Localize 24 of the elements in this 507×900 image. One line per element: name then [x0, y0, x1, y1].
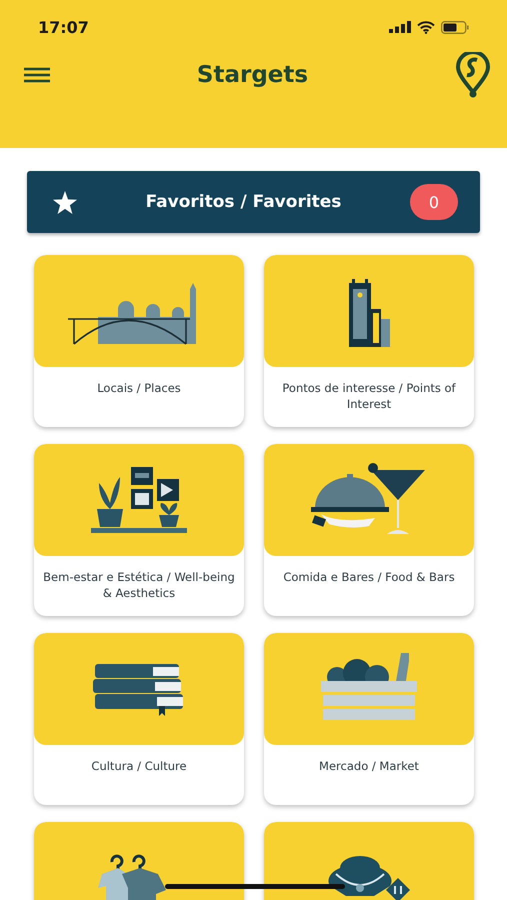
battery-icon — [441, 20, 469, 34]
app-title: Stargets — [196, 62, 308, 88]
category-label: Comida e Bares / Food & Bars — [282, 570, 456, 586]
favorites-bar[interactable]: Favoritos / Favorites 0 — [27, 171, 480, 233]
category-card[interactable]: Bem-estar e Estética / Well-being & Aesthetics — [34, 444, 244, 616]
category-card[interactable]: Comida e Bares / Food & Bars — [264, 444, 474, 616]
category-card[interactable]: Pontos de interesse / Points of Interest — [264, 255, 474, 427]
favorites-count-badge: 0 — [410, 184, 458, 220]
category-card[interactable]: Mercado / Market — [264, 633, 474, 805]
category-label: Mercado / Market — [318, 759, 420, 775]
menu-button[interactable] — [24, 67, 50, 83]
menu-icon — [24, 67, 50, 83]
category-label: Locais / Places — [96, 381, 182, 397]
favorites-label: Favoritos / Favorites — [144, 192, 342, 212]
category-label: Bem-estar e Estética / Well-being & Aesthetics — [42, 570, 236, 602]
category-label: Pontos de interesse / Points of Interest — [281, 381, 457, 412]
wifi-icon — [417, 20, 435, 34]
location-pin-icon[interactable] — [454, 52, 491, 98]
category-label: Cultura / Culture — [90, 759, 188, 775]
star-icon — [53, 190, 77, 214]
category-card[interactable]: Cultura / Culture — [34, 633, 244, 805]
category-card[interactable]: Locais / Places — [34, 255, 244, 427]
signal-icon — [389, 21, 411, 33]
status-time: 17:07 — [38, 18, 89, 36]
